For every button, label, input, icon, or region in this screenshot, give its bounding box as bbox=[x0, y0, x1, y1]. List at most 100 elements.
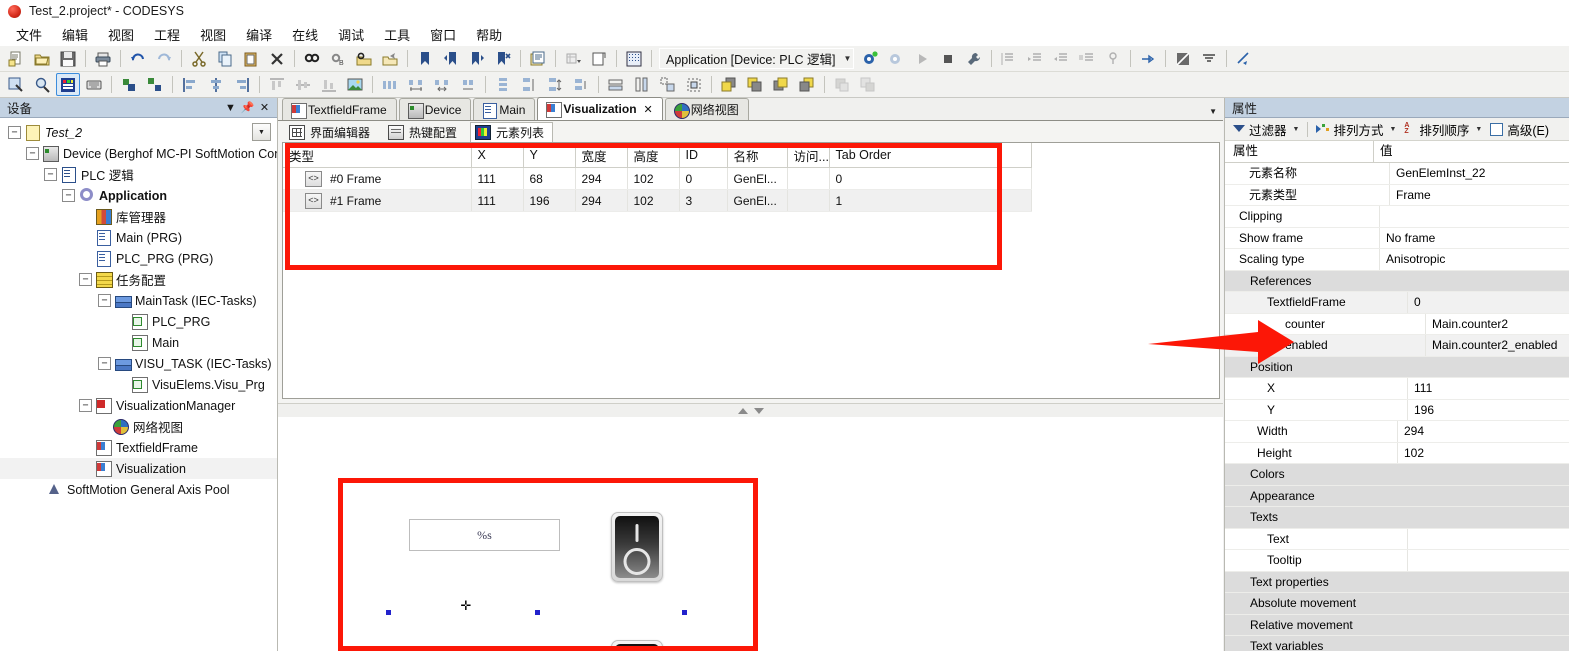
redo-icon[interactable] bbox=[152, 47, 176, 70]
visualization-canvas[interactable]: %s %s ✛ bbox=[278, 417, 1223, 651]
selection-handle-top-center[interactable] bbox=[534, 609, 541, 616]
property-value[interactable] bbox=[1408, 529, 1569, 550]
tree-item-softmotion-axis-pool[interactable]: SoftMotion General Axis Pool bbox=[0, 479, 277, 500]
bookmark-icon[interactable] bbox=[413, 47, 437, 70]
column-header-y[interactable]: Y bbox=[523, 143, 575, 168]
replace-icon[interactable]: B bbox=[326, 47, 350, 70]
column-header-height[interactable]: 高度 bbox=[627, 143, 679, 168]
tab-overflow-chevron-down-icon[interactable]: ▼ bbox=[1209, 107, 1217, 116]
property-row-y[interactable]: Y 196 bbox=[1225, 400, 1569, 422]
sub-tab-interface-editor[interactable]: 界面编辑器 bbox=[284, 122, 379, 143]
table-row[interactable]: <> #1 Frame 111 196 294 102 3 GenEl... 1 bbox=[283, 190, 1031, 212]
tree-item-visualization-manager[interactable]: − VisualizationManager bbox=[0, 395, 277, 416]
stop-icon[interactable] bbox=[936, 47, 960, 70]
property-group-absolute-movement[interactable]: Absolute movement bbox=[1225, 593, 1569, 615]
browse-icon[interactable] bbox=[378, 47, 402, 70]
application-combo[interactable]: Application [Device: PLC 逻辑] ▼ bbox=[659, 48, 854, 69]
panel-menu-icon[interactable]: ▼ bbox=[222, 102, 239, 114]
property-value[interactable]: 294 bbox=[1398, 421, 1569, 442]
textfield-element-top[interactable]: %s bbox=[409, 519, 560, 551]
sort-order-button[interactable]: AZ 排列顺序 ▼ bbox=[1401, 118, 1485, 141]
column-header-type[interactable]: 类型 bbox=[283, 143, 471, 168]
close-icon[interactable]: ✕ bbox=[256, 101, 273, 114]
run-to-cursor-icon[interactable] bbox=[1075, 47, 1099, 70]
align-right-icon[interactable] bbox=[230, 73, 254, 96]
same-width-icon[interactable] bbox=[604, 73, 628, 96]
property-value[interactable]: Frame bbox=[1390, 185, 1569, 206]
editor-splitter[interactable] bbox=[278, 403, 1223, 418]
tab-main[interactable]: Main bbox=[473, 98, 535, 120]
property-row-element-name[interactable]: 元素名称 GenElemInst_22 bbox=[1225, 163, 1569, 185]
property-group-text-variables[interactable]: Text variables bbox=[1225, 636, 1569, 651]
new-window-icon[interactable] bbox=[587, 47, 611, 70]
tab-close-icon[interactable]: ✕ bbox=[644, 103, 653, 116]
step-into-icon[interactable] bbox=[1023, 47, 1047, 70]
start-icon[interactable] bbox=[910, 47, 934, 70]
increase-vertical-gap-icon[interactable] bbox=[543, 73, 567, 96]
find-in-files-icon[interactable] bbox=[352, 47, 376, 70]
expander-icon[interactable]: − bbox=[98, 294, 111, 307]
menu-item-file[interactable]: 文件 bbox=[6, 22, 52, 47]
property-value[interactable]: 0 bbox=[1408, 292, 1569, 313]
property-group-relative-movement[interactable]: Relative movement bbox=[1225, 615, 1569, 637]
print-icon[interactable] bbox=[91, 47, 115, 70]
property-group-colors[interactable]: Colors bbox=[1225, 464, 1569, 486]
distribute-vertical-icon[interactable] bbox=[491, 73, 515, 96]
step-out-icon[interactable] bbox=[1049, 47, 1073, 70]
tab-visualization[interactable]: Visualization ✕ bbox=[537, 97, 662, 120]
align-bottom-icon[interactable] bbox=[317, 73, 341, 96]
property-group-appearance[interactable]: Appearance bbox=[1225, 486, 1569, 508]
step-over-icon[interactable] bbox=[997, 47, 1021, 70]
tree-item-main-prg[interactable]: Main (PRG) bbox=[0, 227, 277, 248]
menu-item-edit[interactable]: 编辑 bbox=[52, 22, 98, 47]
menu-item-debug[interactable]: 调试 bbox=[328, 22, 374, 47]
menu-item-online[interactable]: 在线 bbox=[282, 22, 328, 47]
tree-dropdown-button[interactable]: ▼ bbox=[252, 123, 271, 141]
expander-icon[interactable]: − bbox=[62, 189, 75, 202]
menu-item-view2[interactable]: 视图 bbox=[190, 22, 236, 47]
insert-table-icon[interactable] bbox=[561, 47, 585, 70]
ungroup-elements-icon[interactable] bbox=[143, 73, 167, 96]
tree-item-web-visualization[interactable]: 网络视图 bbox=[0, 416, 277, 437]
distribute-gap-horizontal-icon[interactable] bbox=[404, 73, 428, 96]
delete-icon[interactable] bbox=[265, 47, 289, 70]
property-value[interactable] bbox=[1380, 206, 1569, 227]
align-center-horizontal-icon[interactable] bbox=[204, 73, 228, 96]
column-header-access[interactable]: 访问... bbox=[787, 143, 829, 168]
distribute-horizontal-icon[interactable] bbox=[378, 73, 402, 96]
cut-icon[interactable] bbox=[187, 47, 211, 70]
element-list-tool-icon[interactable] bbox=[56, 73, 80, 96]
tree-item-maintask-main[interactable]: Main bbox=[0, 332, 277, 353]
expander-icon[interactable]: − bbox=[79, 273, 92, 286]
select-tool-icon[interactable] bbox=[4, 73, 28, 96]
element-list-table-container[interactable]: 类型 X Y 宽度 高度 ID 名称 访问... Tab Order <> bbox=[282, 142, 1220, 399]
property-row-scaling-type[interactable]: Scaling type Anisotropic bbox=[1225, 249, 1569, 271]
property-group-text-properties[interactable]: Text properties bbox=[1225, 572, 1569, 594]
decrease-vertical-gap-icon[interactable] bbox=[569, 73, 593, 96]
find-icon[interactable] bbox=[300, 47, 324, 70]
collapse-up-icon[interactable] bbox=[738, 408, 748, 414]
table-row[interactable]: <> #0 Frame 111 68 294 102 0 GenEl... 0 bbox=[283, 168, 1031, 190]
advanced-checkbox[interactable]: 高级(E) bbox=[1487, 118, 1552, 141]
tree-item-visualization[interactable]: Visualization bbox=[0, 458, 277, 479]
copy-style-icon[interactable] bbox=[830, 73, 854, 96]
menu-item-project[interactable]: 工程 bbox=[144, 22, 190, 47]
collapse-down-icon[interactable] bbox=[754, 408, 764, 414]
checkbox-icon[interactable] bbox=[1490, 123, 1503, 136]
property-group-references[interactable]: References bbox=[1225, 271, 1569, 293]
properties-window-icon[interactable] bbox=[526, 47, 550, 70]
write-values-icon[interactable] bbox=[1232, 47, 1256, 70]
property-row-tooltip[interactable]: Tooltip bbox=[1225, 550, 1569, 572]
tree-item-plc-prg[interactable]: PLC_PRG (PRG) bbox=[0, 248, 277, 269]
fit-size-icon[interactable] bbox=[682, 73, 706, 96]
menu-item-build[interactable]: 编译 bbox=[236, 22, 282, 47]
align-left-icon[interactable] bbox=[178, 73, 202, 96]
property-row-height[interactable]: Height 102 bbox=[1225, 443, 1569, 465]
bring-forward-icon[interactable] bbox=[769, 73, 793, 96]
new-project-icon[interactable] bbox=[4, 47, 28, 70]
open-project-icon[interactable] bbox=[30, 47, 54, 70]
column-header-x[interactable]: X bbox=[471, 143, 523, 168]
property-value[interactable]: 111 bbox=[1408, 378, 1569, 399]
background-image-icon[interactable] bbox=[343, 73, 367, 96]
menu-item-window[interactable]: 窗口 bbox=[420, 22, 466, 47]
